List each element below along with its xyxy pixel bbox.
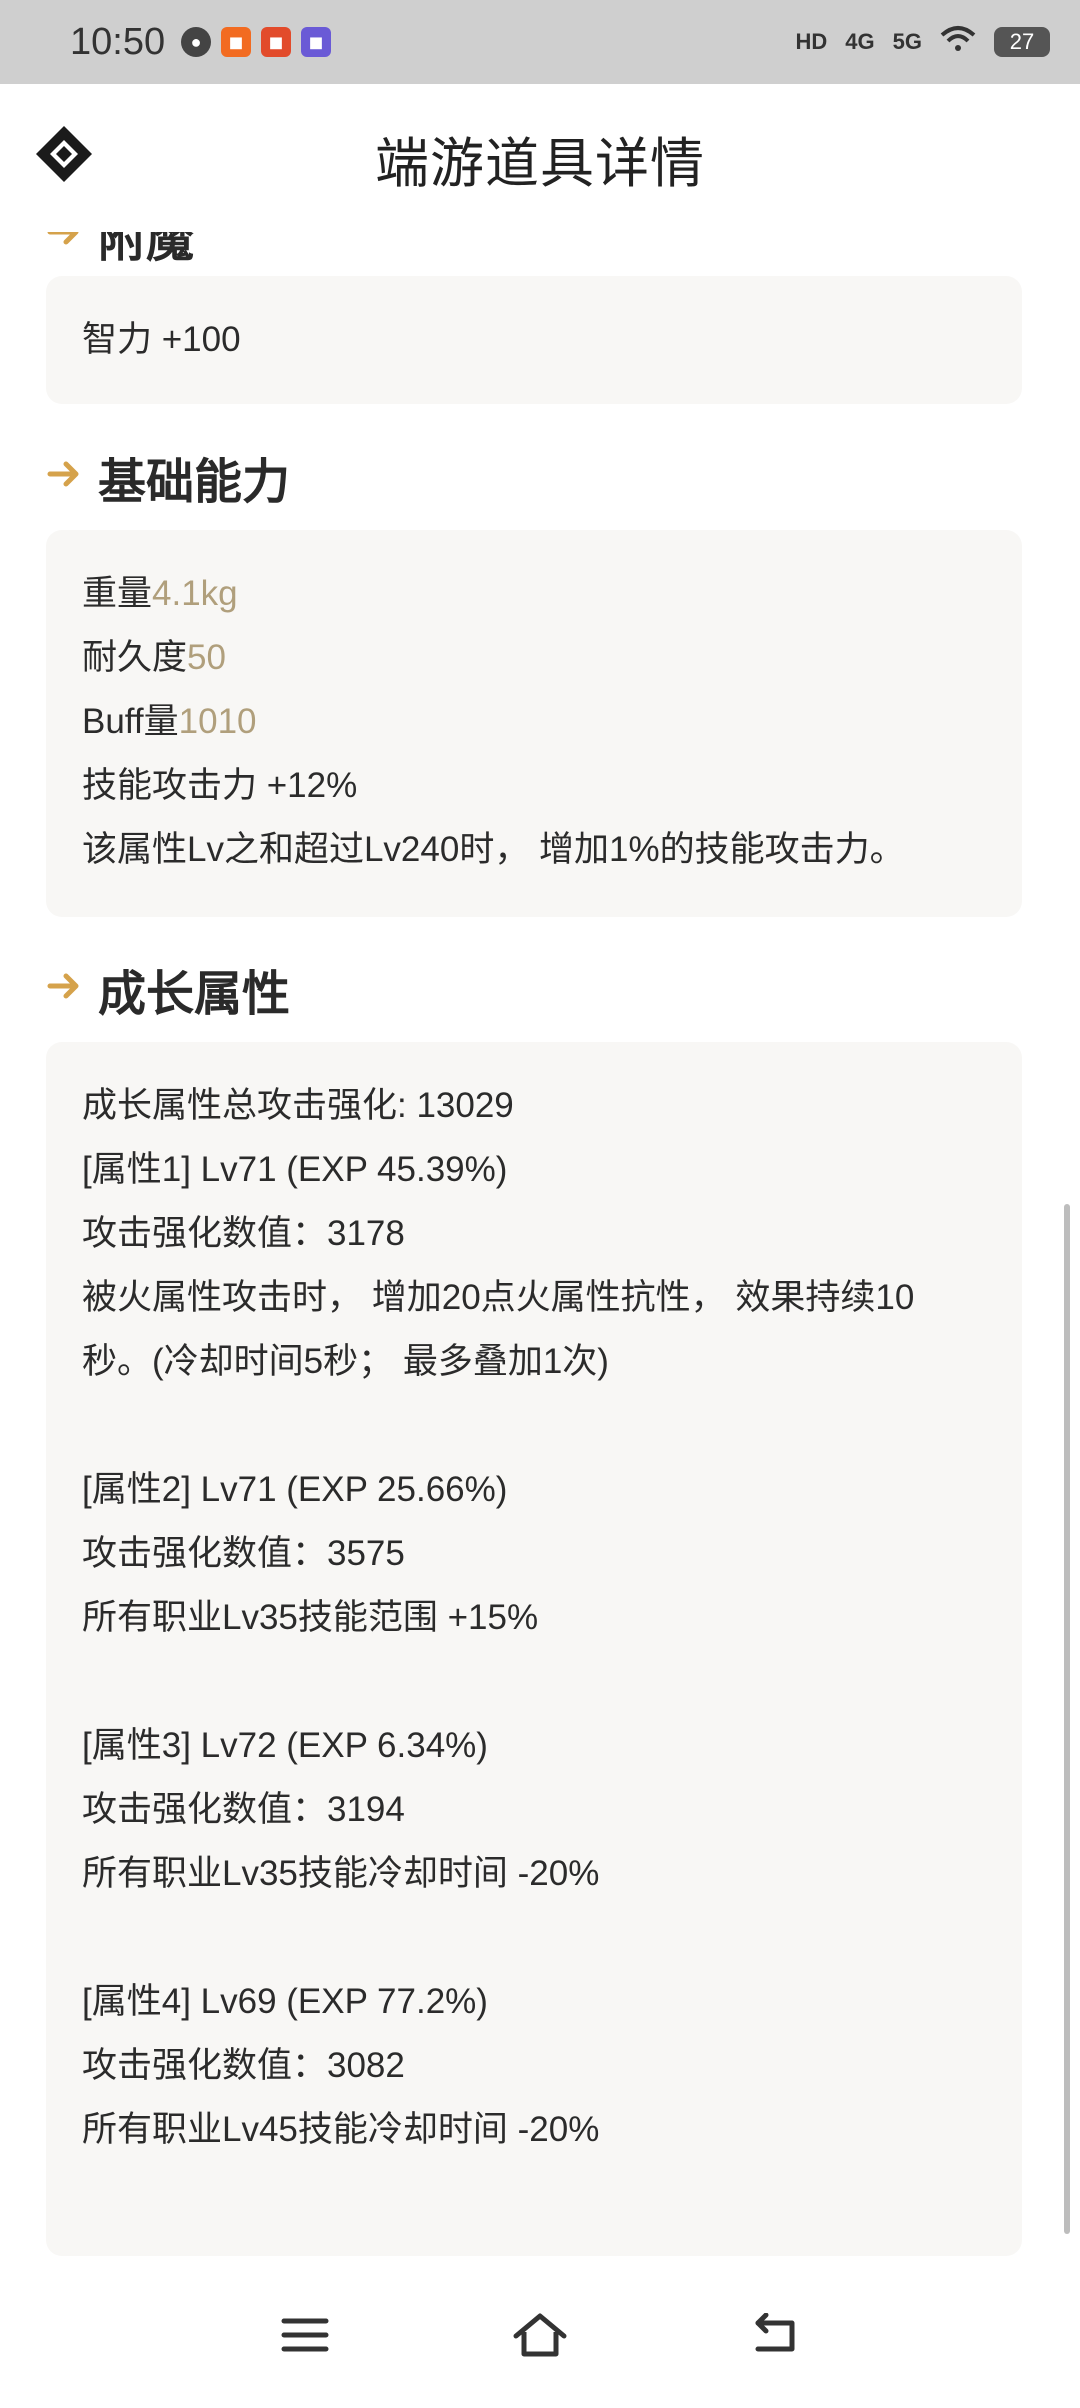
- page-title: 端游道具详情: [375, 133, 705, 194]
- basic-line-weight: 重量4.1kg: [82, 574, 238, 613]
- section-title-basic: 基础能力: [44, 442, 290, 512]
- growth-line: 攻击强化数值：3575: [82, 1534, 405, 1573]
- orange-app-icon: ◼: [221, 27, 252, 57]
- growth-card: 成长属性总攻击强化: 13029 [属性1] Lv71 (EXP 45.39%)…: [46, 1042, 1022, 2256]
- growth-line: 被火属性攻击时， 增加20点火属性抗性， 效果持续10: [82, 1278, 915, 1317]
- growth-line: [属性4] Lv69 (EXP 77.2%): [82, 1982, 488, 2021]
- basic-line-lv-sum: 该属性Lv之和超过Lv240时， 增加1%的技能攻击力。: [82, 830, 905, 869]
- enchant-line: 智力 +100: [82, 320, 241, 359]
- back-button[interactable]: [740, 2300, 810, 2370]
- growth-spacer: [82, 1906, 986, 1970]
- arrow-icon: [44, 450, 82, 505]
- status-right: HD 4G 5G 27: [795, 25, 1050, 59]
- basic-line-buff: Buff量1010: [82, 702, 257, 741]
- growth-line: [属性2] Lv71 (EXP 25.66%): [82, 1470, 508, 1509]
- growth-line: 所有职业Lv45技能冷却时间 -20%: [82, 2110, 600, 2149]
- growth-line: 攻击强化数值：3082: [82, 2046, 405, 2085]
- enchant-card: 智力 +100: [46, 276, 1022, 404]
- basic-line-skill-attack: 技能攻击力 +12%: [82, 766, 358, 805]
- growth-line: [属性1] Lv71 (EXP 45.39%): [82, 1150, 508, 1189]
- home-button[interactable]: [505, 2300, 575, 2370]
- growth-line: 成长属性总攻击强化: 13029: [82, 1086, 514, 1125]
- growth-line: [属性3] Lv72 (EXP 6.34%): [82, 1726, 488, 1765]
- section-title-growth: 成长属性: [44, 954, 290, 1024]
- home-icon: [513, 2313, 567, 2357]
- growth-line: 所有职业Lv35技能范围 +15%: [82, 1598, 539, 1637]
- menu-button[interactable]: [270, 2300, 340, 2370]
- basic-card: 重量4.1kg 耐久度50 Buff量1010 技能攻击力 +12% 该属性Lv…: [46, 530, 1022, 917]
- battery-icon: 27: [994, 27, 1050, 57]
- app-logo-icon[interactable]: [34, 124, 94, 184]
- section-title-text: 附魔: [98, 232, 195, 267]
- header: 端游道具详情: [0, 84, 1080, 232]
- 4g-indicator: 4G: [845, 29, 875, 54]
- growth-line: 攻击强化数值：3194: [82, 1790, 405, 1829]
- status-bar: 10:50 ● ◼ ◼ ◼ HD 4G 5G 27: [0, 0, 1080, 84]
- growth-spacer: [82, 1394, 986, 1458]
- growth-spacer: [82, 1650, 986, 1714]
- red-app-icon: ◼: [261, 27, 292, 57]
- scrollbar[interactable]: [1064, 1204, 1070, 2234]
- 5g-indicator: 5G: [892, 29, 922, 54]
- growth-line: 所有职业Lv35技能冷却时间 -20%: [82, 1854, 600, 1893]
- growth-line: 攻击强化数值：3178: [82, 1214, 405, 1253]
- basic-line-durability: 耐久度50: [82, 638, 226, 677]
- arrow-icon: [44, 962, 82, 1017]
- back-icon: [755, 2313, 795, 2352]
- status-app-icons: ● ◼ ◼ ◼: [181, 27, 332, 57]
- menu-icon: [281, 2318, 329, 2352]
- wifi-icon: [940, 25, 976, 59]
- section-title-text: 成长属性: [98, 968, 291, 1021]
- status-time: 10:50: [70, 20, 166, 63]
- purple-app-icon: ◼: [301, 27, 332, 57]
- section-title-enchant: 附魔: [44, 232, 194, 270]
- content[interactable]: 附魔 智力 +100 基础能力 重量4.1kg 耐久度50 Buff量1010 …: [0, 232, 1080, 2262]
- section-title-text: 基础能力: [98, 456, 291, 509]
- arrow-icon: [44, 232, 82, 263]
- system-nav-bar: [0, 2262, 1080, 2408]
- chat-bubble-icon: ●: [181, 27, 212, 57]
- hd-indicator: HD: [795, 29, 828, 54]
- growth-line: 秒。(冷却时间5秒； 最多叠加1次): [82, 1342, 609, 1381]
